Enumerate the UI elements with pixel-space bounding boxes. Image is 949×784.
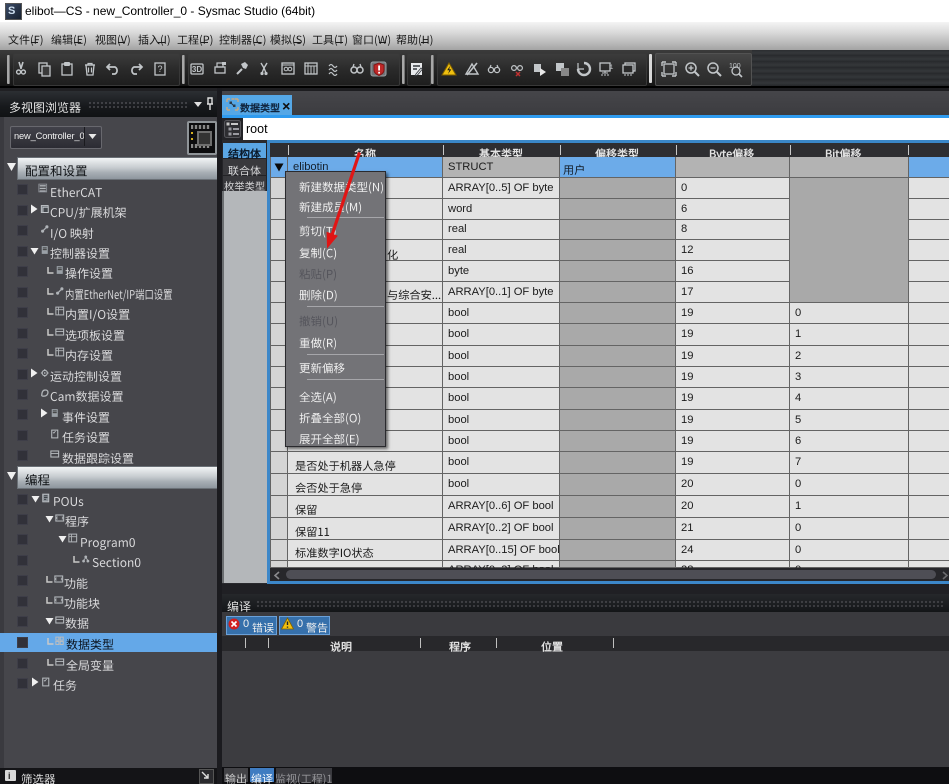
svg-text:?: ?: [157, 64, 162, 74]
svg-text:3D: 3D: [192, 65, 202, 74]
svg-text:1: 1: [610, 65, 614, 71]
